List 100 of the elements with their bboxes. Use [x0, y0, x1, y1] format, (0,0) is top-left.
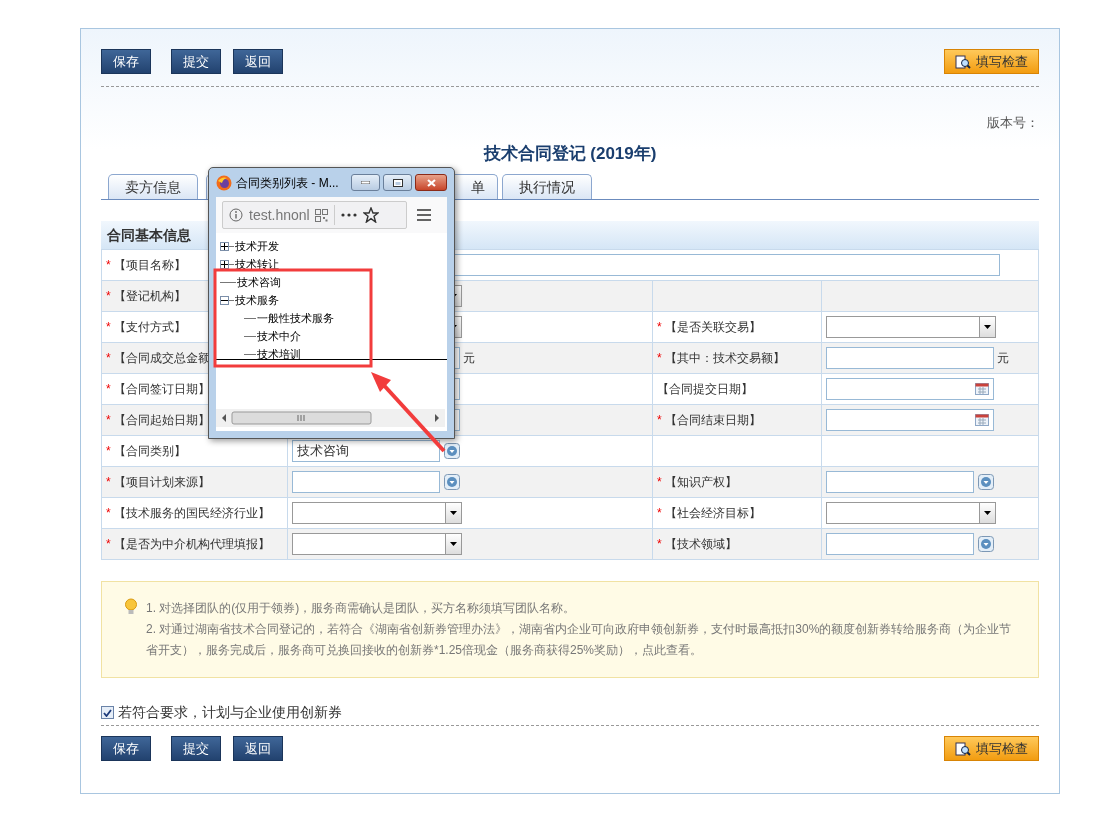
toolbar-button[interactable]: 保存	[101, 49, 151, 74]
horizontal-scrollbar[interactable]	[216, 409, 445, 427]
plus-icon	[221, 260, 228, 268]
required-mark: *	[106, 350, 111, 367]
date-field[interactable]	[826, 378, 994, 400]
tree-item[interactable]: 技术培训	[257, 345, 301, 363]
required-mark: *	[657, 319, 662, 336]
address-bar[interactable]: test.hnonl	[222, 201, 407, 229]
field-label: 【合同类别】	[113, 443, 186, 460]
toolbar-button[interactable]: 提交	[171, 736, 221, 761]
field-label: 【技术服务的国民经济行业】	[113, 505, 270, 522]
magnifier-document-icon	[955, 741, 971, 756]
field-label: 【合同签订日期】	[113, 381, 210, 398]
calendar-icon	[975, 383, 989, 395]
maximize-button[interactable]	[383, 174, 412, 191]
close-button[interactable]	[415, 174, 447, 191]
field-label: 【合同起始日期】	[113, 412, 210, 429]
required-mark: *	[657, 505, 662, 522]
picker-icon[interactable]	[978, 536, 994, 552]
check-icon	[103, 708, 112, 717]
expand-toggle[interactable]	[220, 259, 229, 269]
more-icon[interactable]	[341, 213, 357, 217]
collapse-toggle[interactable]	[220, 295, 229, 305]
info-icon	[229, 208, 243, 222]
field-label: 【知识产权】	[664, 474, 737, 491]
required-mark: *	[657, 474, 662, 491]
required-mark: *	[106, 288, 111, 305]
window-title: 合同类别列表 - M...	[236, 174, 340, 192]
close-icon	[426, 178, 436, 187]
field-label: 【技术领域】	[664, 536, 737, 553]
menu-icon[interactable]	[417, 209, 431, 221]
page-title: 技术合同登记 (2019年)	[483, 142, 657, 165]
field-label: 【其中：技术交易额】	[664, 350, 785, 367]
lightbulb-icon	[124, 598, 138, 616]
picker-field[interactable]	[826, 471, 974, 493]
expand-toggle[interactable]	[220, 241, 229, 251]
required-mark: *	[657, 412, 662, 429]
tree-item[interactable]: 技术咨询	[237, 273, 281, 291]
field-label: 【合同提交日期】	[657, 381, 754, 398]
unit-label: 元	[997, 350, 1009, 367]
notice-text: 2. 对通过湖南省技术合同登记的，若符合《湖南省创新券管理办法》，湖南省内企业可向政府申领创新券，支付时最高抵扣30%的额度创新券转给服务商（为企业节省开支），服务完成后，服务商可兑换回接收的创新券*1.25倍现金（服务商获得25%奖励），点此查看。	[146, 621, 1013, 659]
picker-icon[interactable]	[978, 474, 994, 490]
checkbox[interactable]	[101, 706, 114, 719]
tree-item[interactable]: 技术服务	[235, 291, 279, 309]
dropdown-arrow-icon	[450, 542, 458, 546]
dropdown-arrow-icon	[984, 325, 991, 329]
dropdown-field[interactable]	[826, 502, 996, 524]
dropdown-arrow-icon	[984, 511, 991, 515]
check-button[interactable]: 填写检查	[944, 736, 1039, 761]
picker-icon[interactable]	[444, 443, 461, 459]
unit-label: 元	[463, 350, 476, 367]
plus-icon	[221, 242, 228, 250]
dropdown-field[interactable]	[826, 316, 996, 338]
calendar-icon	[975, 414, 989, 426]
checkbox-label: 若符合要求，计划与企业使用创新券	[118, 703, 342, 722]
field-label: 【支付方式】	[113, 319, 186, 336]
field-label: 【合同结束日期】	[664, 412, 761, 429]
tree-item[interactable]: 技术中介	[257, 327, 301, 345]
required-mark: *	[106, 412, 111, 429]
picker-field[interactable]	[826, 533, 974, 555]
required-mark: *	[106, 319, 111, 336]
notice-text: 1. 对选择团队的(仅用于领券)，服务商需确认是团队，买方名称须填写团队名称。	[146, 600, 577, 617]
required-mark: *	[106, 257, 111, 274]
picker-field[interactable]: 技术咨询	[292, 440, 441, 462]
field-label: 【项目名称】	[113, 257, 186, 274]
amount-field[interactable]	[826, 347, 994, 369]
field-label: 【项目计划来源】	[113, 474, 210, 491]
minimize-icon	[361, 181, 370, 184]
toolbar-button[interactable]: 提交	[171, 49, 221, 74]
picker-field[interactable]	[292, 471, 441, 493]
date-field[interactable]	[826, 409, 994, 431]
tree-item[interactable]: 一般性技术服务	[257, 309, 334, 327]
dropdown-arrow-icon	[450, 511, 458, 515]
picker-icon[interactable]	[444, 474, 461, 490]
qr-code-icon[interactable]	[315, 208, 328, 222]
tab[interactable]: 卖方信息	[108, 174, 198, 199]
dropdown-field[interactable]	[292, 502, 463, 524]
version-label: 版本号：	[987, 114, 1039, 132]
magnifier-document-icon	[955, 54, 971, 69]
check-button[interactable]: 填写检查	[944, 49, 1039, 74]
browser-logo-icon	[216, 174, 232, 191]
field-label: 【是否关联交易】	[664, 319, 761, 336]
required-mark: *	[106, 474, 111, 491]
required-mark: *	[106, 443, 111, 460]
tree-item[interactable]: 技术转让	[235, 255, 279, 273]
toolbar-button[interactable]: 返回	[233, 736, 283, 761]
maximize-icon	[392, 178, 403, 187]
toolbar-button[interactable]: 保存	[101, 736, 151, 761]
tab[interactable]: 执行情况	[502, 174, 592, 199]
field-label: 【是否为中介机构代理填报】	[113, 536, 270, 553]
dropdown-field[interactable]	[292, 533, 463, 555]
field-label: 【社会经济目标】	[664, 505, 761, 522]
required-mark: *	[106, 381, 111, 398]
bookmark-star-icon[interactable]	[363, 207, 379, 223]
required-mark: *	[106, 505, 111, 522]
required-mark: *	[106, 536, 111, 553]
required-mark: *	[657, 536, 662, 553]
toolbar-button[interactable]: 返回	[233, 49, 283, 74]
required-mark: *	[657, 350, 662, 367]
field-label: 【登记机构】	[113, 288, 186, 305]
